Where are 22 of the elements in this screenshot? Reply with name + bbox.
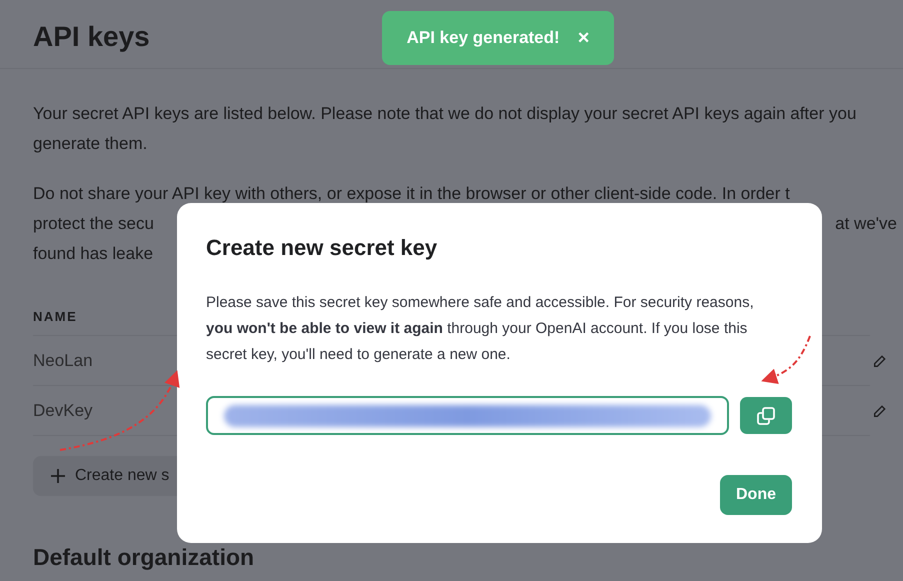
copy-button[interactable]: [740, 397, 792, 434]
dialog-title: Create new secret key: [206, 234, 438, 262]
intro-text: Your secret API keys are listed below. Please note that we do not display your secret API keys again after you generate them.: [33, 103, 858, 155]
copy-icon: [757, 406, 775, 424]
page-title: API keys: [33, 20, 150, 54]
warning-text: Do not share your API key with others, or expose it in the browser or other client-side code. In order t: [33, 183, 790, 205]
plus-icon: [51, 469, 65, 483]
column-header: NAME: [33, 309, 78, 324]
warning-text: found has leake: [33, 243, 154, 265]
key-name: NeoLan: [33, 350, 93, 372]
warning-text: protect the secu: [33, 213, 154, 235]
edit-icon[interactable]: [872, 352, 888, 368]
close-button[interactable]: ×: [578, 28, 590, 48]
toast-message: API key generated!: [406, 27, 560, 50]
key-name: DevKey: [33, 400, 93, 422]
edit-icon[interactable]: [872, 402, 888, 418]
done-button[interactable]: Done: [720, 475, 792, 515]
secret-key-field[interactable]: [206, 396, 729, 435]
dialog-text: Please save this secret key somewhere safe and accessible. For security reasons, you won't be able to view it again through your OpenAI account. If you lose this secret key, you'll need to generate a new one.: [206, 293, 755, 365]
warning-text: at we've: [835, 213, 897, 235]
annotation-arrow: [761, 336, 811, 384]
section-title: Default organization: [33, 543, 254, 572]
